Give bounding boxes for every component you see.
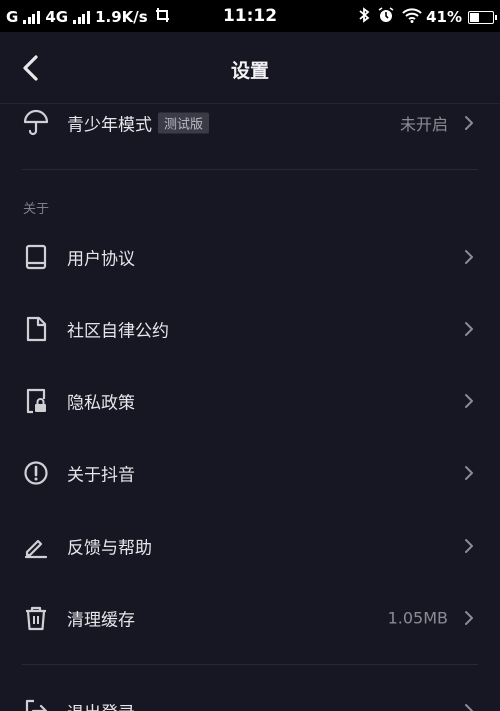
about-douyin-label: 关于抖音 — [67, 465, 135, 486]
privacy-policy-row[interactable]: 隐私政策 — [0, 371, 500, 431]
battery-icon — [468, 10, 497, 24]
chevron-right-icon — [465, 250, 473, 264]
bluetooth-icon — [358, 7, 370, 27]
chevron-right-icon — [465, 116, 473, 130]
section-title-about: 关于 — [23, 202, 50, 217]
page-title: 设置 — [230, 60, 269, 82]
youth-mode-status: 未开启 — [399, 115, 448, 134]
status-right: 41% — [354, 7, 497, 27]
alarm-icon — [378, 7, 394, 27]
logout-label: 退出登录 — [67, 699, 135, 711]
user-agreement-label: 用户协议 — [67, 249, 135, 270]
logout-icon — [25, 699, 48, 711]
chevron-right-icon — [465, 394, 473, 408]
chevron-right-icon — [465, 322, 473, 336]
trash-icon — [26, 606, 46, 631]
battery-percent: 41% — [426, 8, 462, 26]
wifi-icon — [402, 7, 422, 27]
umbrella-icon — [23, 109, 49, 136]
document-icon — [26, 316, 47, 342]
youth-mode-label: 青少年模式 测试版 — [67, 111, 210, 136]
community-convention-label: 社区自律公约 — [67, 321, 169, 342]
feedback-help-label: 反馈与帮助 — [67, 538, 152, 559]
user-agreement-row[interactable]: 用户协议 — [0, 227, 500, 287]
section-divider — [22, 169, 478, 170]
chevron-right-icon — [465, 611, 473, 625]
chevron-right-icon — [465, 704, 473, 711]
status-bar: G 4G 1.9K/s 11:12 41% — [0, 0, 500, 32]
section-divider-2 — [22, 664, 478, 665]
about-douyin-row[interactable]: 关于抖音 — [0, 443, 500, 503]
beta-tag: 测试版 — [158, 112, 210, 134]
clear-cache-row[interactable]: 清理缓存 1.05MB — [0, 588, 500, 648]
book-icon — [25, 244, 47, 270]
feedback-help-row[interactable]: 反馈与帮助 — [0, 516, 500, 576]
youth-mode-row[interactable]: 青少年模式 测试版 未开启 — [0, 93, 500, 153]
pencil-icon — [24, 539, 48, 559]
privacy-policy-label: 隐私政策 — [67, 393, 135, 414]
info-circle-icon — [24, 461, 48, 485]
community-convention-row[interactable]: 社区自律公约 — [0, 299, 500, 359]
settings-screen: G 4G 1.9K/s 11:12 41% 设置 青少年模式 测试版 未开启 关… — [0, 0, 500, 711]
cache-size: 1.05MB — [387, 608, 448, 628]
clear-cache-label: 清理缓存 — [67, 610, 135, 631]
logout-row[interactable]: 退出登录 — [0, 681, 500, 711]
chevron-right-icon — [465, 466, 473, 480]
chevron-right-icon — [465, 539, 473, 553]
lock-document-icon — [26, 388, 46, 414]
youth-mode-text: 青少年模式 — [67, 115, 152, 136]
